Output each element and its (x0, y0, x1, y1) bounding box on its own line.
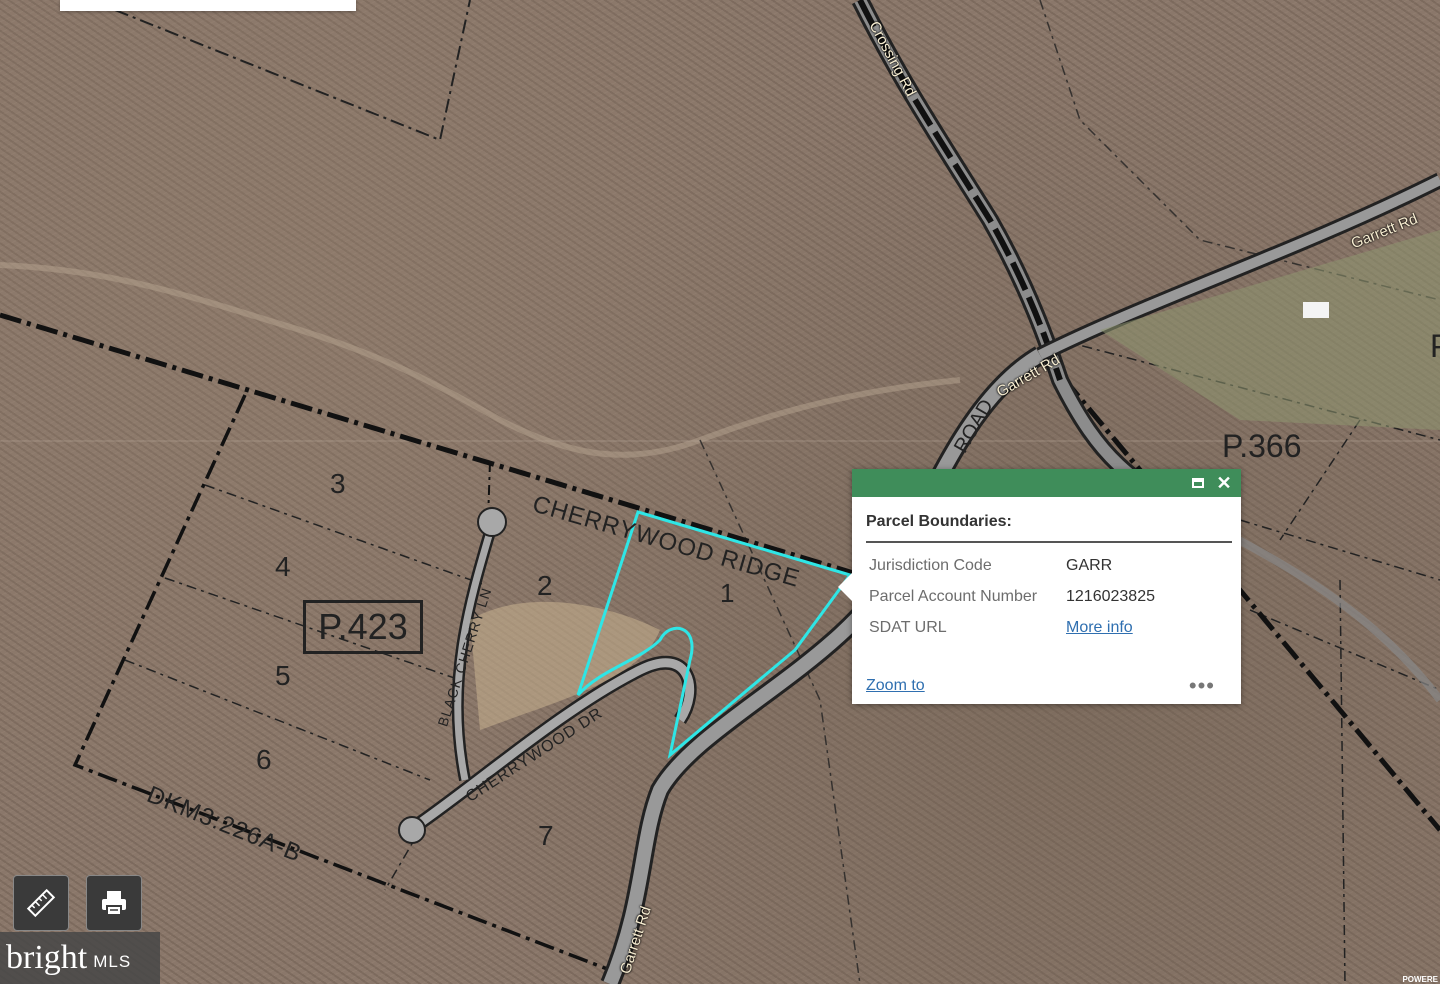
lot-number: 3 (330, 468, 346, 499)
table-row: Jurisdiction Code GARR (866, 553, 1158, 584)
close-icon[interactable]: ✕ (1213, 472, 1235, 494)
popup-header: ✕ (852, 469, 1241, 497)
zoom-to-link[interactable]: Zoom to (866, 677, 925, 695)
lot-number: 7 (538, 820, 554, 851)
lot-number: 6 (256, 744, 272, 775)
maximize-icon[interactable] (1187, 472, 1209, 494)
parcel-label-main: P.423 (303, 600, 423, 654)
lot-number: 1 (720, 578, 735, 608)
attr-value: GARR (1066, 557, 1113, 574)
search-box-edge[interactable] (60, 0, 356, 11)
popup-divider (866, 541, 1232, 543)
mls-wordmark: MLS (93, 952, 132, 971)
more-info-link[interactable]: More info (1066, 619, 1133, 636)
parcel-popup: ✕ Parcel Boundaries: Jurisdiction Code G… (838, 469, 1241, 704)
popup-pointer (838, 573, 852, 601)
attr-label: Parcel Account Number (869, 588, 1038, 605)
attr-value: 1216023825 (1066, 588, 1155, 605)
attribution-text: POWERE (1402, 975, 1438, 984)
parcel-label-edge: P (1430, 330, 1440, 362)
ruler-icon (26, 888, 56, 918)
lot-number: 5 (275, 660, 291, 691)
attribute-table: Jurisdiction Code GARR Parcel Account Nu… (866, 553, 1158, 646)
popup-title: Parcel Boundaries: (866, 513, 1012, 530)
more-actions-button[interactable]: ••• (1189, 673, 1215, 699)
bright-wordmark: bright (6, 939, 88, 976)
parcel-label-east: P.366 (1222, 428, 1302, 464)
measure-button[interactable] (13, 875, 69, 931)
lot-number: 4 (275, 551, 291, 582)
attr-label: Jurisdiction Code (869, 557, 992, 574)
table-row: Parcel Account Number 1216023825 (866, 584, 1158, 615)
table-row: SDAT URL More info (866, 615, 1158, 646)
printer-icon (102, 891, 126, 916)
print-button[interactable] (86, 875, 142, 931)
brightmls-logo: bright MLS (0, 932, 160, 984)
attr-label: SDAT URL (869, 619, 947, 636)
lot-number: 2 (537, 570, 553, 601)
